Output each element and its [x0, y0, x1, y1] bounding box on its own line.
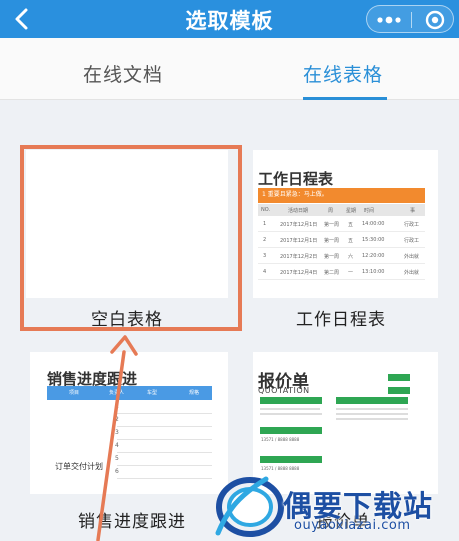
schedule-cell: 2 [263, 237, 267, 243]
sales-plan-label: 订单交付计划 [55, 462, 103, 471]
schedule-col-item: 事 [410, 208, 416, 214]
schedule-cell: 第二周 [324, 270, 340, 276]
nav-bar: 选取模板 [0, 0, 459, 38]
table-row: 4 2017年12月4日 第二周 一 13:10:00 外出就 [258, 264, 425, 280]
schedule-cell: 第一周 [324, 254, 340, 260]
quote-text-line [336, 413, 408, 415]
more-dots-icon[interactable] [376, 16, 402, 24]
schedule-cell: 五 [348, 238, 354, 244]
schedule-cell: 行政工 [404, 238, 420, 244]
sales-col-project: 项目 [69, 390, 80, 396]
schedule-cell: 第一周 [324, 222, 340, 228]
sales-row-number: 2 [115, 416, 119, 423]
tab-online-sheets[interactable]: 在线表格 [303, 60, 383, 87]
schedule-cell: 12:20:00 [362, 253, 385, 259]
quote-badge [260, 397, 322, 404]
schedule-banner-text: 1 重要且紧急：马上做。 [262, 191, 328, 198]
quote-badge [336, 397, 408, 404]
table-row: 1 2017年12月1日 第一周 五 14:00:00 行政工 [258, 216, 425, 232]
schedule-cell: 一 [348, 270, 354, 276]
quote-text-line [260, 413, 322, 415]
sales-col-owner: 负责人 [109, 390, 125, 396]
table-row: 3 2017年12月2日 第一周 六 12:20:00 外出就 [258, 248, 425, 264]
schedule-cell: 2017年12月1日 [280, 238, 318, 244]
quote-preview-subtitle: QUOTATION [258, 386, 310, 395]
schedule-cell: 六 [348, 254, 354, 260]
schedule-col-week: 周 [328, 208, 334, 214]
schedule-cell: 14:00:00 [362, 221, 385, 227]
schedule-cell: 外出就 [404, 254, 420, 260]
sales-col-model: 车型 [147, 390, 158, 396]
watermark-url: ouyaoxiazai.com [294, 518, 411, 533]
quote-text-line [336, 408, 408, 410]
sales-row-number: 5 [115, 455, 119, 462]
sales-row-number: 4 [115, 442, 119, 449]
selection-highlight [20, 145, 242, 331]
template-label-sales: 销售进度跟进 [78, 512, 186, 532]
schedule-col-no: NO. [261, 207, 271, 213]
quote-badge [388, 387, 410, 394]
schedule-col-day: 星期 [346, 208, 357, 214]
quote-text-line [336, 418, 408, 420]
quote-badge [260, 427, 322, 434]
quote-badge [388, 374, 410, 381]
schedule-cell: 3 [263, 253, 267, 259]
schedule-col-date: 活动日期 [288, 208, 309, 214]
schedule-cell: 五 [348, 222, 354, 228]
table-row: 2 2017年12月1日 第一周 五 15:30:00 行政工 [258, 232, 425, 248]
quote-phone: 13571 / 8888 8888 [261, 437, 300, 442]
schedule-table-header: NO. 活动日期 周 星期 时间 事 [258, 204, 425, 216]
schedule-cell: 15:30:00 [362, 237, 385, 243]
sales-col-spec: 规格 [189, 390, 200, 396]
capsule-divider [411, 12, 412, 28]
logo-icon [215, 476, 284, 537]
schedule-cell: 第一周 [324, 238, 340, 244]
close-ring-icon[interactable] [424, 9, 446, 31]
schedule-cell: 2017年12月2日 [280, 254, 318, 260]
sales-row-number: 3 [115, 429, 119, 436]
schedule-cell: 2017年12月4日 [280, 270, 318, 276]
sales-row-number: 6 [115, 468, 119, 475]
tab-online-docs[interactable]: 在线文档 [83, 60, 163, 87]
tab-bar: 在线文档 在线表格 [0, 38, 459, 100]
schedule-cell: 13:10:00 [362, 269, 385, 275]
quote-text-line [260, 408, 320, 410]
schedule-cell: 1 [263, 221, 267, 227]
sales-table-header: 项目 负责人 车型 规格 [47, 386, 212, 400]
template-label-schedule: 工作日程表 [296, 310, 386, 330]
schedule-cell: 4 [263, 269, 267, 275]
schedule-cell: 行政工 [404, 222, 420, 228]
sales-row-number: 1 [115, 403, 119, 410]
schedule-preview-title: 工作日程表 [258, 170, 334, 188]
mini-program-capsule [366, 5, 454, 33]
schedule-cell: 2017年12月1日 [280, 222, 318, 228]
quote-badge [260, 456, 322, 463]
schedule-cell: 外出就 [404, 270, 420, 276]
schedule-col-time: 时间 [364, 208, 375, 214]
tab-active-indicator [303, 97, 387, 100]
